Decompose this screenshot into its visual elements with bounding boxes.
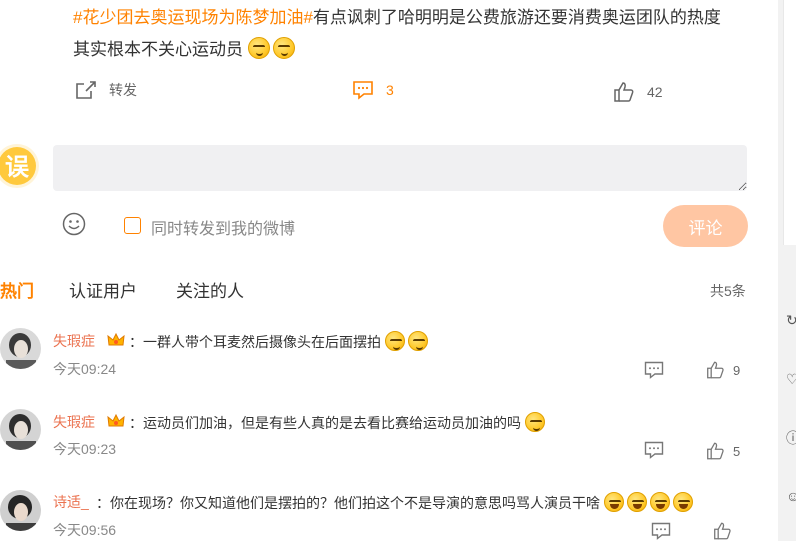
commenter-avatar[interactable]	[0, 409, 41, 450]
comment-username[interactable]: 失瑕症	[53, 331, 95, 351]
comment-like-button[interactable]: 9	[706, 361, 740, 379]
comment-time: 今天09:24	[53, 361, 117, 377]
gutter-refresh-icon[interactable]: ↻	[786, 313, 796, 327]
reply-icon[interactable]	[651, 522, 671, 540]
post-text-line2: 其实根本不关心运动员	[73, 40, 243, 59]
smirk-emoji-icon	[384, 331, 405, 351]
post-text: #花少团去奥运现场为陈梦加油#有点讽刺了哈明明是公费旅游还要消费奥运团队的热度 …	[73, 2, 773, 66]
comment-like-count: 9	[733, 362, 741, 378]
comment-text: ：运动员们加油，但是有些人真的是去看比赛给运动员加油的吗	[129, 412, 548, 433]
laugh-cry-emoji-icon	[603, 492, 624, 512]
comment-count: 3	[386, 82, 394, 98]
forward-icon	[76, 81, 96, 99]
comment-username[interactable]: 失瑕症	[53, 412, 95, 432]
thumbs-up-icon	[614, 82, 634, 102]
gutter-info-icon[interactable]: ⓘ	[786, 431, 796, 445]
reply-icon[interactable]	[644, 361, 664, 379]
thumbs-up-icon	[707, 361, 724, 379]
smirk-emoji-icon	[272, 37, 295, 59]
gutter-user-icon[interactable]: ☺	[786, 489, 796, 503]
thumbs-up-icon	[707, 442, 724, 460]
crown-badge-icon	[107, 332, 125, 346]
submit-comment-button[interactable]: 评论	[663, 205, 748, 247]
comment-time: 今天09:56	[53, 522, 117, 538]
forward-button[interactable]: 转发	[75, 80, 137, 100]
comment-like-button[interactable]: 5	[706, 442, 740, 460]
smiley-face-icon[interactable]	[62, 212, 86, 236]
comment-username[interactable]: 诗适_	[53, 492, 89, 512]
comment-input[interactable]	[53, 145, 747, 191]
smirk-emoji-icon	[524, 412, 545, 432]
commenter-avatar[interactable]	[0, 490, 41, 531]
tab-hot[interactable]: 热门	[0, 277, 34, 302]
comment-time: 今天09:23	[53, 441, 117, 457]
reply-icon[interactable]	[644, 441, 664, 459]
forward-label: 转发	[109, 82, 137, 98]
smirk-emoji-icon	[407, 331, 428, 351]
commenter-avatar[interactable]	[0, 328, 41, 369]
right-panel-edge	[783, 0, 796, 245]
smirk-emoji-icon	[247, 37, 270, 59]
comment-text: ：一群人带个耳麦然后摄像头在后面摆拍	[129, 331, 431, 352]
like-button[interactable]: 42	[613, 82, 663, 102]
avatar-text: 误	[5, 153, 30, 181]
comment-text: ：你在现场？你又知道他们是摆拍的？他们拍这个不是导演的意思吗骂人演员干啥	[96, 492, 696, 513]
comment-icon	[353, 81, 373, 100]
repost-label[interactable]: 同时转发到我的微博	[151, 215, 295, 239]
like-count: 42	[647, 84, 663, 100]
tab-verified-users[interactable]: 认证用户	[69, 277, 137, 302]
my-avatar[interactable]: 误	[0, 142, 42, 190]
post-text-line1: 有点讽刺了哈明明是公费旅游还要消费奥运团队的热度	[312, 8, 721, 27]
comment-total: 共5条	[710, 283, 746, 299]
tab-following[interactable]: 关注的人	[176, 277, 244, 302]
topic-link[interactable]: #花少团去奥运现场为陈梦加油#	[73, 8, 313, 27]
laugh-cry-emoji-icon	[649, 492, 670, 512]
comment-button[interactable]: 3	[352, 80, 394, 100]
comment-like-count: 5	[733, 443, 741, 459]
gutter-heart-icon[interactable]: ♡	[786, 372, 796, 386]
crown-badge-icon	[107, 413, 125, 427]
laugh-cry-emoji-icon	[672, 492, 693, 512]
laugh-cry-emoji-icon	[626, 492, 647, 512]
comment-like-button[interactable]	[713, 522, 740, 540]
thumbs-up-icon	[714, 522, 731, 540]
repost-checkbox[interactable]	[124, 217, 141, 234]
